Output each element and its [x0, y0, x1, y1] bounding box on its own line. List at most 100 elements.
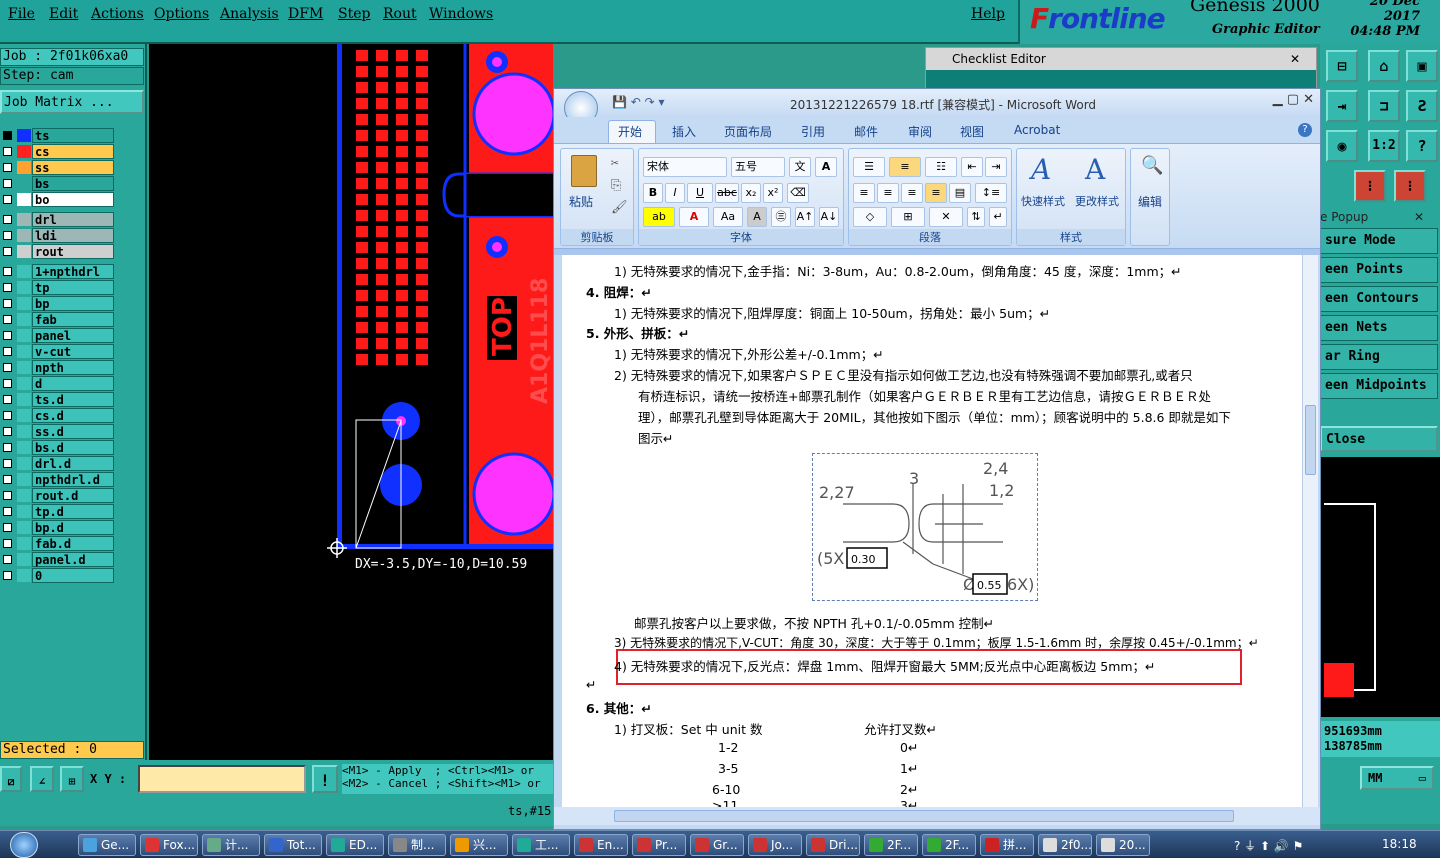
layer-row[interactable]: cs.d	[0, 408, 116, 423]
layer-color-swatch[interactable]	[17, 313, 31, 326]
checklist-close-icon[interactable]: ✕	[1290, 48, 1300, 70]
italic-button[interactable]: I	[665, 183, 685, 203]
layer-checkbox[interactable]	[3, 267, 12, 276]
start-button[interactable]	[10, 832, 38, 858]
layer-row[interactable]: ldi	[0, 228, 116, 243]
layer-name[interactable]: rout	[32, 244, 114, 259]
superscript-button[interactable]: x²	[763, 183, 783, 203]
layer-name[interactable]: fab	[32, 312, 114, 327]
layer-color-swatch[interactable]	[17, 425, 31, 438]
checklist-editor-window[interactable]: Checklist Editor ✕	[925, 47, 1317, 89]
strike-button[interactable]: abc	[715, 183, 739, 203]
menu-windows[interactable]: Windows	[429, 6, 493, 22]
align-center-icon[interactable]: ≡	[877, 183, 899, 203]
layer-name[interactable]: bp	[32, 296, 114, 311]
stamp-hole-figure[interactable]: 2,27 3 2,4 1,2 (5X 0.30 Ø 0.55 6X)	[812, 453, 1038, 601]
quick-access-icons[interactable]: 💾 ↶ ↷ ▾	[612, 95, 665, 109]
layer-row[interactable]: 0	[0, 568, 116, 583]
layer-color-swatch[interactable]	[17, 345, 31, 358]
tab-view[interactable]: 视图	[960, 123, 984, 140]
layer-checkbox[interactable]	[3, 427, 12, 436]
vertical-scrollbar[interactable]	[1302, 255, 1318, 807]
sort-icon[interactable]: ⇅	[967, 207, 985, 227]
layer-checkbox[interactable]	[3, 283, 12, 292]
popup-close-icon[interactable]: ✕	[1414, 206, 1424, 228]
layer-checkbox[interactable]	[3, 443, 12, 452]
layer-color-swatch[interactable]	[17, 145, 31, 158]
layer-checkbox[interactable]	[3, 459, 12, 468]
question-icon[interactable]: ?	[1406, 130, 1438, 162]
layer-row[interactable]: ss.d	[0, 424, 116, 439]
taskbar-item[interactable]: Pr...	[632, 834, 686, 856]
layer-checkbox[interactable]	[3, 507, 12, 516]
layer-checkbox[interactable]	[3, 163, 12, 172]
layer-name[interactable]: bp.d	[32, 520, 114, 535]
quick-styles-icon[interactable]: A	[1031, 153, 1051, 186]
justify-icon[interactable]: ≡	[925, 183, 947, 203]
layer-name[interactable]: npthdrl.d	[32, 472, 114, 487]
layer-checkbox[interactable]	[3, 299, 12, 308]
taskbar-item[interactable]: Tot...	[264, 834, 322, 856]
shrink-font-icon[interactable]: A↓	[819, 207, 839, 227]
layer-row[interactable]: cs	[0, 144, 116, 159]
taskbar-item[interactable]: 兴...	[450, 834, 508, 856]
layer-color-swatch[interactable]	[17, 329, 31, 342]
taskbar-item[interactable]: 拼...	[980, 834, 1034, 856]
layer-color-swatch[interactable]	[17, 377, 31, 390]
layer-row[interactable]: bo	[0, 192, 116, 207]
layer-name[interactable]: cs.d	[32, 408, 114, 423]
taskbar-item[interactable]: 20...	[1096, 834, 1150, 856]
layer-color-swatch[interactable]	[17, 177, 31, 190]
taskbar-item[interactable]: Ge...	[78, 834, 136, 856]
tool-icon-d[interactable]: ⊐	[1368, 90, 1400, 122]
taskbar-item[interactable]: Dri...	[806, 834, 860, 856]
layer-name[interactable]: panel	[32, 328, 114, 343]
layer-name[interactable]: bs	[32, 176, 114, 191]
menu-step[interactable]: Step	[338, 6, 370, 22]
phonetic-icon[interactable]: 文	[789, 157, 811, 177]
layer-color-swatch[interactable]	[17, 297, 31, 310]
layer-checkbox[interactable]	[3, 331, 12, 340]
taskbar-item[interactable]: ED...	[326, 834, 384, 856]
layer-color-swatch[interactable]	[17, 409, 31, 422]
scroll-thumb[interactable]	[1305, 405, 1316, 475]
layer-checkbox[interactable]	[3, 347, 12, 356]
layer-row[interactable]: rout	[0, 244, 116, 259]
layer-row[interactable]: rout.d	[0, 488, 116, 503]
layer-name[interactable]: cs	[32, 144, 114, 159]
xy-input[interactable]	[138, 765, 306, 793]
layer-row[interactable]: bs	[0, 176, 116, 191]
taskbar-item[interactable]: Gr...	[690, 834, 744, 856]
show-marks-icon[interactable]: ↵	[989, 207, 1007, 227]
align-right-icon[interactable]: ≡	[901, 183, 923, 203]
layer-row[interactable]: bs.d	[0, 440, 116, 455]
popup-close-button[interactable]: Close	[1320, 426, 1438, 452]
align-left-icon[interactable]: ≡	[853, 183, 875, 203]
layer-name[interactable]: ss	[32, 160, 114, 175]
layer-row[interactable]: 1+npthdrl	[0, 264, 116, 279]
layer-row[interactable]: drl.d	[0, 456, 116, 471]
layer-row[interactable]: d	[0, 376, 116, 391]
layer-color-swatch[interactable]	[17, 161, 31, 174]
popup-item[interactable]: sure Mode	[1320, 228, 1438, 254]
change-styles-icon[interactable]: A	[1085, 153, 1105, 186]
borders-icon[interactable]: ⊞	[891, 207, 925, 227]
underline-button[interactable]: U	[687, 183, 713, 203]
layer-color-swatch[interactable]	[17, 441, 31, 454]
layer-color-swatch[interactable]	[17, 129, 31, 142]
layer-color-swatch[interactable]	[17, 473, 31, 486]
layer-checkbox[interactable]	[3, 395, 12, 404]
layer-name[interactable]: bs.d	[32, 440, 114, 455]
layer-color-swatch[interactable]	[17, 489, 31, 502]
layer-name[interactable]: ts.d	[32, 392, 114, 407]
layer-name[interactable]: drl	[32, 212, 114, 227]
change-styles-label[interactable]: 更改样式	[1075, 193, 1119, 209]
highlight-button[interactable]: ab	[643, 207, 675, 227]
layer-checkbox[interactable]	[3, 555, 12, 564]
layer-checkbox[interactable]	[3, 475, 12, 484]
layer-checkbox[interactable]	[3, 571, 12, 580]
shading-icon[interactable]: ◇	[853, 207, 887, 227]
taskbar-item[interactable]: Fox...	[140, 834, 198, 856]
taskbar-item[interactable]: En...	[574, 834, 628, 856]
layer-name[interactable]: fab.d	[32, 536, 114, 551]
